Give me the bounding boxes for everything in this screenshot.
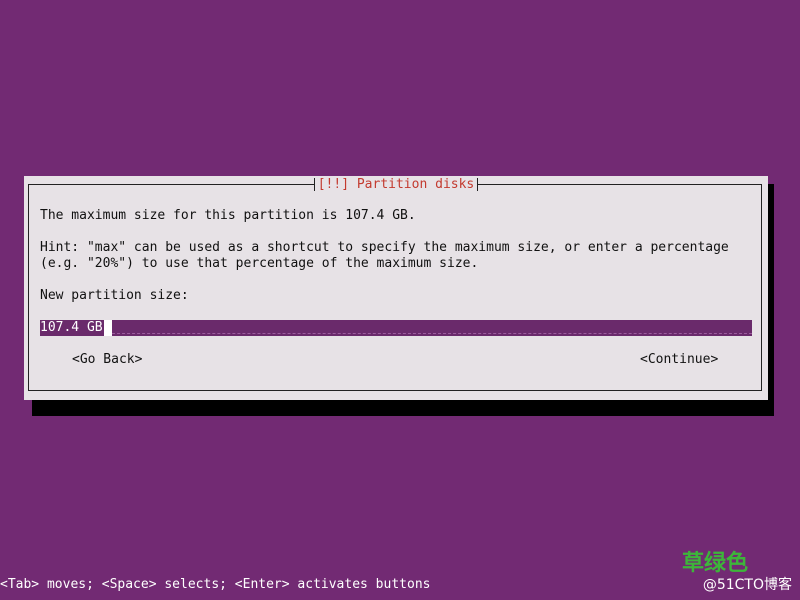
max-size-message: The maximum size for this partition is 1… [40, 208, 416, 223]
watermark-top-text: 草绿色 [681, 551, 748, 576]
partition-size-label: New partition size: [40, 288, 189, 303]
hint-line-1: Hint: "max" can be used as a shortcut to… [40, 240, 729, 255]
partition-size-value: 107.4 GB [40, 320, 103, 335]
hint-line-2: (e.g. "20%") to use that percentage of t… [40, 256, 479, 271]
text-cursor [104, 320, 112, 336]
dialog-title: [!!] Partition disks [313, 177, 479, 193]
keyboard-help-status-bar: <Tab> moves; <Space> selects; <Enter> ac… [0, 577, 431, 592]
watermark-bottom-text: @51CTO博客 [702, 577, 792, 593]
input-fill-line [112, 333, 752, 334]
go-back-button[interactable]: <Go Back> [72, 352, 142, 368]
dialog-title-bar: [!!] Partition disks [24, 177, 768, 193]
partition-dialog: [!!] Partition disks The maximum size fo… [24, 176, 768, 400]
continue-button[interactable]: <Continue> [640, 352, 718, 368]
partition-size-input[interactable]: 107.4 GB [40, 320, 752, 336]
